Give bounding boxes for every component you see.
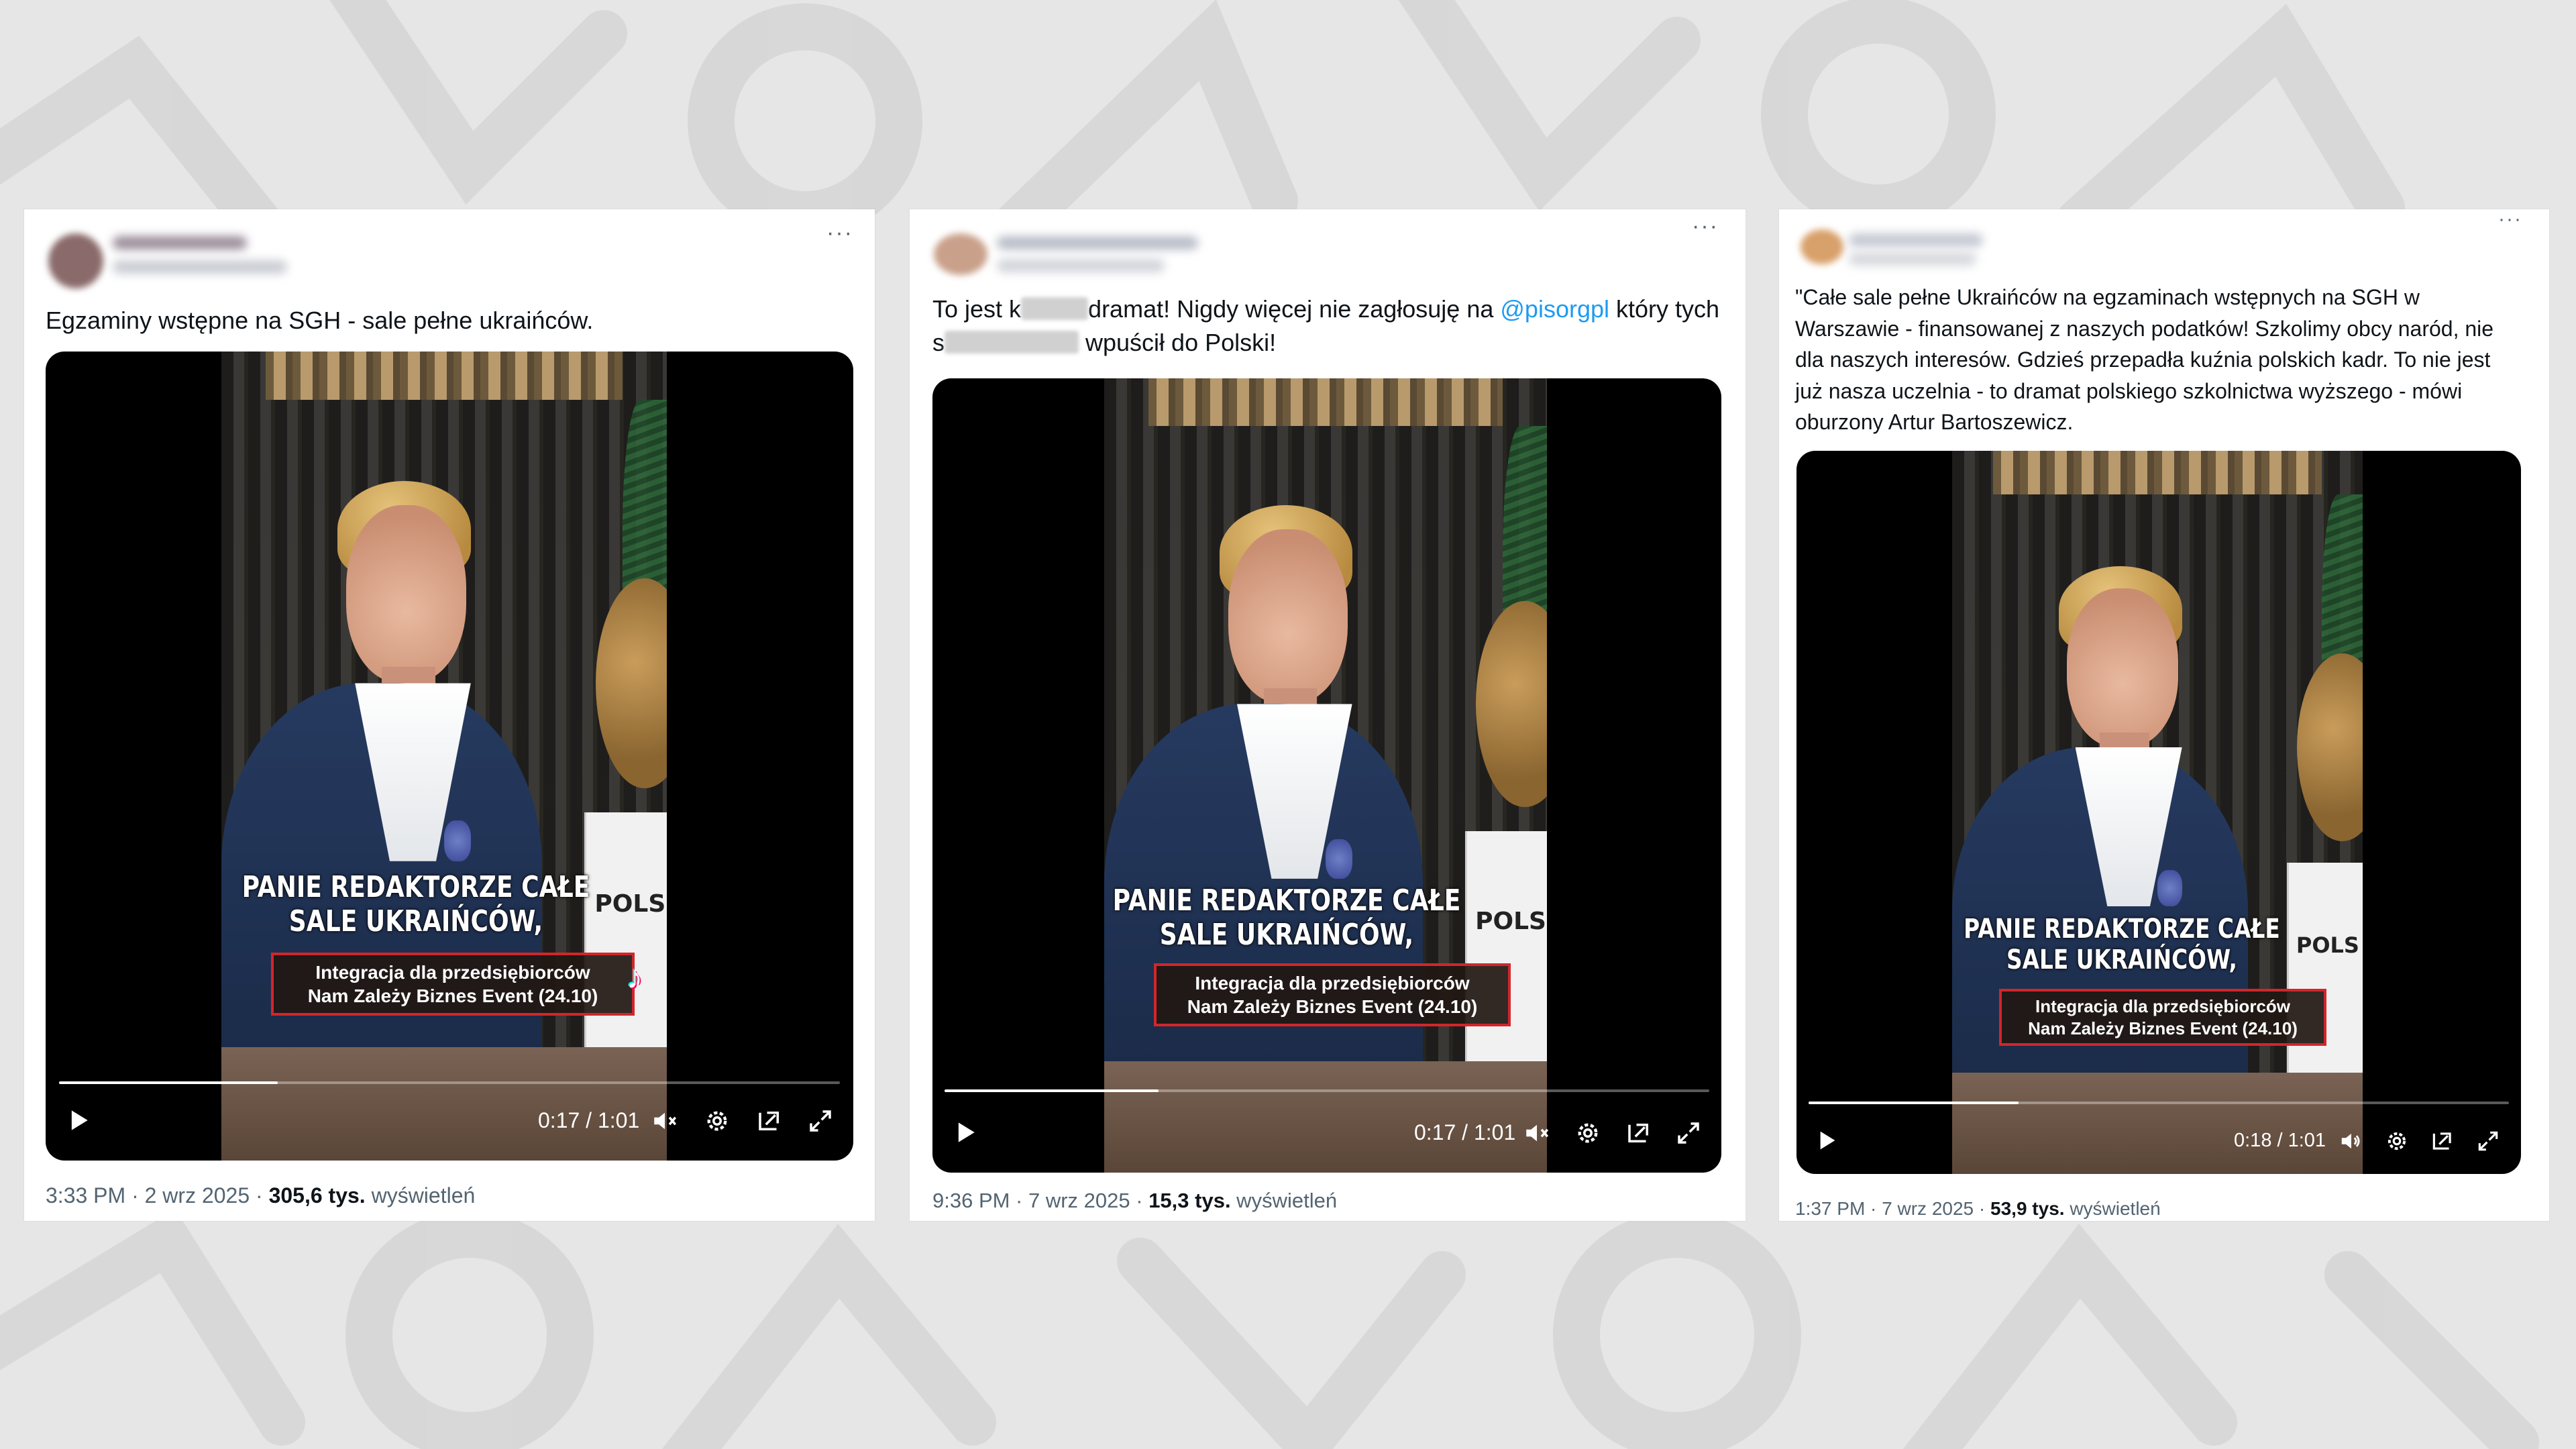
play-icon[interactable] [63,1106,93,1135]
tweet-meta: 9:36 PM · 7 wrz 2025 · 15,3 tys. wyświet… [932,1189,1337,1213]
author-handle-redacted[interactable] [997,259,1165,272]
tweet-timestamp[interactable]: 9:36 PM · 7 wrz 2025 · [932,1189,1148,1212]
tiktok-logo-icon: ♪ [627,960,643,996]
volume-icon[interactable] [2339,1128,2364,1154]
more-options-icon[interactable]: ··· [1692,215,1719,237]
video-subtitle: PANIE REDAKTORZE CAŁE SALE UKRAIŃCÓW, [241,870,590,938]
picture-in-picture-icon[interactable] [2430,1128,2455,1154]
video-subtitle: PANIE REDAKTORZE CAŁE SALE UKRAIŃCÓW, [1112,883,1461,952]
tweet-timestamp[interactable]: 3:33 PM · 2 wrz 2025 · [46,1183,269,1208]
views-label: wyświetleń [365,1183,476,1208]
censored-word [945,331,1079,354]
tweet-header: ··· [1779,209,2549,290]
video-progress-bar[interactable] [945,1089,1709,1092]
video-progress-bar[interactable] [59,1081,840,1084]
tweet-card: ··· Egzaminy wstępne na SGH - sale pełne… [24,209,875,1221]
event-promo-banner: Integracja dla przedsiębiorców Nam Zależ… [1154,963,1511,1026]
tweet-header: ··· [910,209,1746,290]
avatar[interactable] [934,233,987,275]
tweet-card: ··· To jest k dramat! Nigdy więcej nie za… [910,209,1746,1221]
video-subtitle: PANIE REDAKTORZE CAŁE SALE UKRAIŃCÓW, [1964,914,2280,975]
settings-icon[interactable] [1574,1119,1602,1147]
view-count: 15,3 tys. [1148,1189,1231,1212]
settings-icon[interactable] [2384,1128,2410,1154]
tweet-meta: 3:33 PM · 2 wrz 2025 · 305,6 tys. wyświe… [46,1183,475,1208]
event-promo-banner: Integracja dla przedsiębiorców Nam Zależ… [1999,989,2326,1046]
tweet-text: To jest k dramat! Nigdy więcej nie zagłos… [932,295,1720,356]
mute-icon[interactable] [1523,1119,1551,1147]
tweet-text: "Całe sale pełne Ukraińców na egzaminach… [1795,285,2494,434]
author-handle-redacted[interactable] [113,260,287,274]
author-name-redacted[interactable] [113,236,247,250]
tweet-card: ··· "Całe sale pełne Ukraińców na egzami… [1779,209,2549,1221]
event-promo-banner: Integracja dla przedsiębiorców Nam Zależ… [271,953,635,1016]
settings-icon[interactable] [703,1107,731,1135]
censored-word [1021,297,1089,321]
play-icon[interactable] [1813,1127,1839,1154]
fullscreen-icon[interactable] [806,1107,835,1135]
views-label: wyświetleń [1230,1189,1338,1212]
views-label: wyświetleń [2064,1198,2161,1219]
tweet-text: Egzaminy wstępne na SGH - sale pełne ukr… [46,307,594,334]
more-options-icon[interactable]: ··· [2498,209,2522,229]
author-handle-redacted[interactable] [1849,252,1976,266]
picture-in-picture-icon[interactable] [755,1107,784,1135]
video-player[interactable]: POLS PANIE REDAKTORZE CAŁE SALE UKRAIŃCÓ… [932,378,1721,1173]
picture-in-picture-icon[interactable] [1625,1119,1653,1147]
author-name-redacted[interactable] [1849,233,1983,247]
video-player[interactable]: POLS PANIE REDAKTORZE CAŁE SALE UKRAIŃCÓ… [46,352,853,1161]
fullscreen-icon[interactable] [1674,1119,1703,1147]
video-time: 0:18 / 1:01 [2234,1130,2326,1151]
play-icon[interactable] [950,1118,979,1147]
fullscreen-icon[interactable] [2475,1128,2501,1154]
tweet-header: ··· [24,209,875,290]
avatar[interactable] [1801,229,1843,264]
video-time: 0:17 / 1:01 [538,1108,640,1132]
tweet-timestamp[interactable]: 1:37 PM · 7 wrz 2025 · [1795,1198,1990,1219]
mute-icon[interactable] [651,1107,679,1135]
avatar[interactable] [48,233,103,288]
view-count: 53,9 tys. [1990,1198,2065,1219]
author-name-redacted[interactable] [997,236,1198,250]
view-count: 305,6 tys. [268,1183,366,1208]
mention-link[interactable]: @pisorgpl [1500,295,1609,323]
video-player[interactable]: POLS PANIE REDAKTORZE CAŁE SALE UKRAIŃCÓ… [1796,451,2521,1174]
tweet-meta: 1:37 PM · 7 wrz 2025 · 53,9 tys. wyświet… [1795,1198,2161,1220]
more-options-icon[interactable]: ··· [826,221,853,244]
video-time: 0:17 / 1:01 [1414,1120,1516,1144]
video-progress-bar[interactable] [1809,1102,2509,1104]
